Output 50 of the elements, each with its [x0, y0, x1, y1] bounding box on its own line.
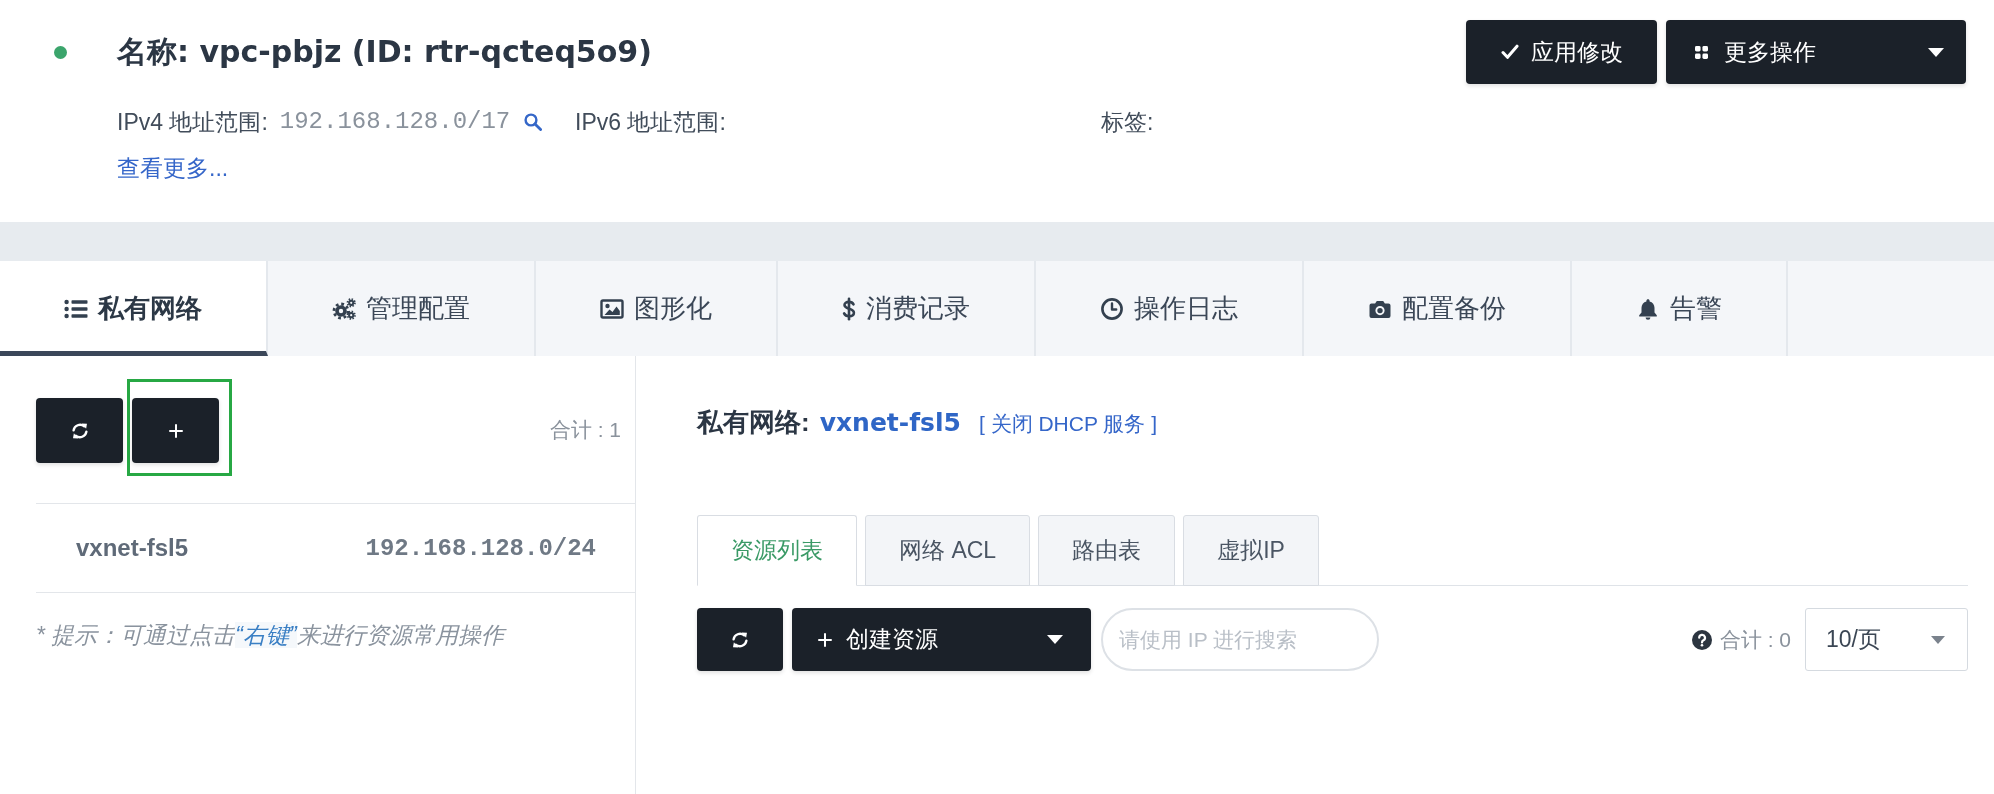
page-size-select[interactable]: 10/页 [1805, 608, 1968, 671]
help-icon[interactable] [1691, 629, 1712, 650]
tab[interactable]: 消费记录 [778, 261, 1036, 356]
checkmark-icon [1500, 44, 1519, 60]
tab[interactable]: 操作日志 [1036, 261, 1304, 356]
network-cidr: 192.168.128.0/24 [365, 534, 596, 562]
total-count: 合计 : 0 [1719, 626, 1791, 653]
tab[interactable]: 私有网络 [0, 261, 268, 356]
search-field[interactable]: 请使用 IP 进行搜索 [1101, 608, 1379, 671]
sub-tab[interactable]: 网络 ACL [865, 515, 1031, 586]
bell-icon [1636, 296, 1660, 321]
resource-title: 名称: vpc-pbjz (ID: rtr-qcteq5o9) [117, 34, 652, 70]
network-row[interactable]: vxnet-fsl5 192.168.128.0/24 [36, 504, 635, 593]
create-resource-dropdown[interactable]: 创建资源 [792, 608, 1091, 671]
field-label: 标签: [1101, 109, 1154, 135]
network-name-link[interactable]: vxnet-fsl5 [819, 409, 961, 437]
plus-icon [168, 423, 183, 438]
network-name: vxnet-fsl5 [76, 534, 189, 562]
tab[interactable]: 图形化 [536, 261, 778, 356]
apply-changes-button[interactable]: 应用修改 [1466, 20, 1657, 84]
network-label: 私有网络: [697, 408, 810, 436]
disable-dhcp-link[interactable]: [ 关闭 DHCP 服务 ] [978, 410, 1158, 438]
field-label: IPv4 地址范围: [117, 109, 268, 135]
status-dot-icon [54, 45, 67, 59]
dollar-sign-icon [842, 296, 856, 321]
refresh-button[interactable] [697, 608, 783, 671]
refresh-icon [730, 629, 750, 650]
field-value: 192.168.128.0/17 [279, 109, 511, 135]
field-label: IPv6 地址范围: [575, 109, 726, 135]
sub-tab[interactable]: 资源列表 [697, 515, 857, 586]
sub-tab[interactable]: 虚拟IP [1183, 515, 1319, 586]
tab[interactable]: 配置备份 [1304, 261, 1572, 356]
grid-icon [1695, 45, 1708, 59]
plus-icon [818, 632, 832, 647]
total-count: 合计 : 1 [549, 418, 621, 442]
sub-tab[interactable]: 路由表 [1038, 515, 1176, 586]
search-icon[interactable] [524, 113, 543, 131]
tab[interactable]: 管理配置 [268, 261, 536, 356]
refresh-icon [69, 420, 90, 441]
gears-icon [332, 296, 356, 321]
tab[interactable]: 告警 [1572, 261, 1788, 356]
clock-icon [1100, 296, 1124, 321]
more-actions-dropdown[interactable]: 更多操作 [1666, 20, 1966, 84]
image-icon [600, 296, 624, 321]
refresh-button[interactable] [36, 398, 123, 463]
hint-text: * 提示：可通过点击“右键”来进行资源常用操作 [36, 622, 635, 648]
caret-down-icon [1047, 635, 1063, 644]
caret-down-icon [1931, 635, 1945, 644]
view-more-link[interactable]: 查看更多... [117, 155, 229, 181]
caret-down-icon [1928, 47, 1944, 57]
